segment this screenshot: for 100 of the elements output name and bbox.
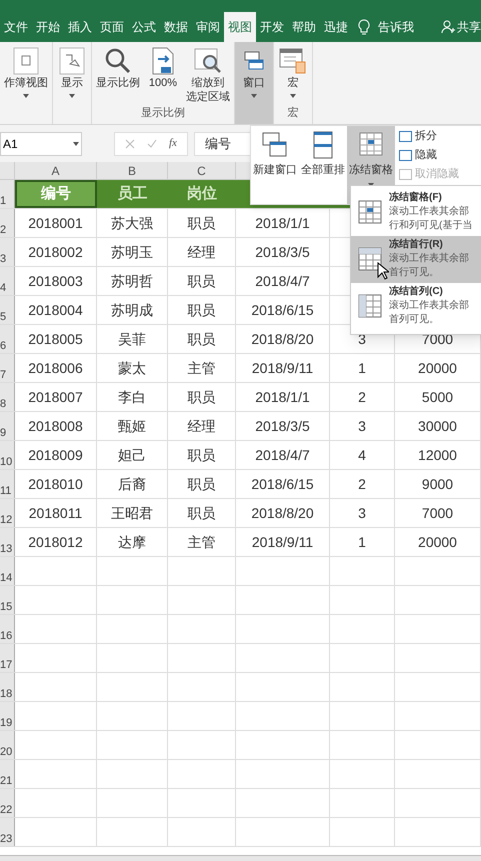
table-cell-text: 7000: [422, 504, 454, 522]
search-icon: [103, 46, 133, 76]
ribbon-tab[interactable]: 公式: [128, 12, 160, 42]
table-cell-text: 2018004: [28, 300, 83, 320]
table-cell-text: 后裔: [118, 474, 146, 494]
ribbon-button[interactable]: 缩放到 选定区域: [182, 42, 234, 104]
ribbon-button[interactable]: 显示比例: [92, 42, 144, 104]
ribbon-tab[interactable]: 插入: [64, 12, 96, 42]
ribbon-tab[interactable]: 数据: [160, 12, 192, 42]
table-cell-text: 2018001: [28, 214, 83, 232]
person-icon: [441, 20, 455, 34]
table-cell-text: 2018/6/15: [251, 300, 314, 320]
caret-icon: [69, 94, 75, 98]
table-cell-text: 2018010: [28, 474, 83, 494]
table-cell-text: 2018/1/1: [255, 388, 310, 406]
header-cell: 编号: [15, 180, 97, 208]
table-cell-text: 职员: [188, 474, 216, 494]
workbook-view-icon: [11, 46, 41, 76]
table-cell-text: 职员: [188, 300, 216, 320]
table-cell-text: 2018007: [28, 388, 83, 406]
table-cell-text: 甄姬: [118, 416, 146, 436]
table-cell-text: 2018/9/11: [252, 358, 314, 378]
table-cell-text: 1: [358, 358, 366, 378]
table-cell-text: 苏明哲: [111, 272, 153, 290]
table-cell-text: 职员: [188, 272, 216, 290]
ribbon-tab[interactable]: 页面: [96, 12, 128, 42]
ribbon-tab[interactable]: 迅捷: [320, 12, 352, 42]
ribbon-button[interactable]: 显示: [53, 42, 91, 124]
table-cell-text: 20000: [418, 532, 457, 552]
table-cell-text: 吴菲: [118, 330, 146, 348]
mouse-cursor-icon: [377, 262, 389, 280]
table-cell-text: 2018/8/20: [251, 504, 314, 522]
table-cell-text: 9000: [422, 474, 454, 494]
ribbon-tab[interactable]: 文件: [0, 12, 32, 42]
ribbon-tab[interactable]: 帮助: [288, 12, 320, 42]
header-cell: 员工: [97, 180, 168, 208]
table-cell-text: 主管: [188, 532, 216, 552]
column-header[interactable]: C: [197, 164, 206, 178]
tell-me-field[interactable]: 告诉我: [378, 18, 414, 36]
share-button[interactable]: 共享: [457, 18, 481, 36]
table-cell-text: 2018/1/1: [255, 214, 310, 232]
header-cell: 岗位: [168, 180, 236, 208]
caret-icon: [251, 94, 257, 98]
panel-menu-item[interactable]: 拆分: [399, 128, 459, 145]
sheet-grid-icon: [357, 293, 383, 319]
table-cell-text: 职员: [188, 388, 216, 406]
table-cell-text: 王昭君: [111, 504, 153, 522]
cancel-icon[interactable]: [125, 138, 135, 148]
ribbon-tab[interactable]: 开发: [256, 12, 288, 42]
table-cell-text: 2018012: [28, 532, 83, 552]
table-cell-text: 2018002: [28, 242, 83, 262]
table-cell-text: 2018/4/7: [255, 446, 310, 464]
panel-menu-item[interactable]: 隐藏: [399, 147, 459, 164]
table-cell-text: 2018005: [28, 330, 83, 348]
table-cell-text: 主管: [188, 358, 216, 378]
table-cell-text: 3: [358, 504, 366, 522]
table-cell-text: 20000: [418, 358, 457, 378]
menu-item[interactable]: 冻结首列(C) 滚动工作表其余部 首列可见。: [351, 283, 481, 330]
table-cell-text: 1: [358, 532, 366, 552]
table-cell-text: 2018/8/20: [251, 330, 314, 348]
table-cell-text: 4: [358, 446, 366, 464]
table-cell-text: 12000: [418, 446, 457, 464]
table-cell-text: 2018/3/5: [255, 242, 310, 262]
panel-button[interactable]: 全部重排: [299, 126, 347, 204]
table-cell-text: 2018/3/5: [255, 416, 310, 436]
table-cell-text: 职员: [188, 504, 216, 522]
sheet-grid-icon: [357, 246, 383, 272]
menu-item[interactable]: 冻结首行(R) 滚动工作表其余部 首行可见。: [351, 236, 481, 283]
table-cell-text: 2018/6/15: [251, 474, 314, 494]
column-header[interactable]: A: [51, 164, 60, 178]
name-box[interactable]: A1: [0, 132, 82, 156]
insert-function-icon[interactable]: fx: [169, 135, 177, 152]
table-cell-text: 3: [358, 416, 366, 436]
macro-icon: [278, 46, 308, 76]
caret-icon: [290, 94, 296, 98]
table-cell-text: 经理: [188, 242, 216, 262]
table-cell-text: 30000: [418, 416, 457, 436]
table-cell-text: 2018/9/11: [252, 532, 314, 552]
ribbon-tab[interactable]: 审阅: [192, 12, 224, 42]
sheet-grid-icon: [357, 199, 383, 225]
ribbon-button[interactable]: 作簿视图: [0, 42, 52, 124]
table-cell-text: 经理: [188, 416, 216, 436]
table-cell-text: 2018003: [28, 272, 83, 290]
check-icon[interactable]: [147, 138, 157, 148]
caret-icon: [23, 94, 29, 98]
table-cell-text: 2018011: [28, 504, 82, 522]
column-header[interactable]: B: [128, 164, 136, 178]
table-cell-text: 2018/4/7: [255, 272, 310, 290]
panel-button[interactable]: 新建窗口: [251, 126, 299, 204]
table-cell-text: 5000: [422, 388, 454, 406]
ribbon-button[interactable]: 宏: [274, 42, 312, 104]
ribbon-tab[interactable]: 视图: [224, 12, 256, 42]
table-cell-text: 职员: [188, 446, 216, 464]
ribbon-button[interactable]: 100%: [144, 42, 182, 104]
window-option-icon: [399, 150, 412, 161]
table-cell-text: 2018006: [28, 358, 83, 378]
ribbon-tab[interactable]: 开始: [32, 12, 64, 42]
table-cell-text: 2018009: [28, 446, 83, 464]
ribbon-button[interactable]: 窗口: [235, 42, 273, 124]
lightbulb-icon: [358, 19, 370, 35]
